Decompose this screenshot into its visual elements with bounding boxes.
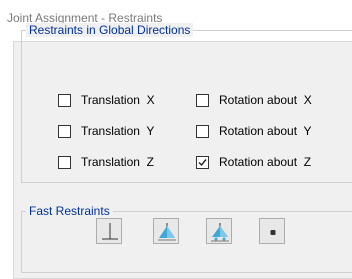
roller-support-button[interactable] [206,218,232,244]
checkmark-icon [198,158,207,166]
rotation-x-label: Rotation about X [219,93,312,107]
pinned-support-icon [158,223,176,241]
fixed-support-icon [102,223,118,240]
rotation-z-checkbox[interactable]: Rotation about Z [196,155,311,169]
translation-y-checkbox[interactable]: Translation Y [58,124,154,138]
pinned-support-button[interactable] [153,218,179,244]
rotation-x-box[interactable] [196,93,209,107]
fast-restraints-group: Fast Restraints [21,204,352,273]
translation-z-label: Translation Z [81,155,154,169]
rotation-x-checkbox[interactable]: Rotation about X [196,93,312,107]
translation-z-checkbox[interactable]: Translation Z [58,155,154,169]
roller-support-icon [211,223,229,242]
fixed-support-button[interactable] [96,218,122,244]
translation-z-box[interactable] [58,155,71,169]
translation-x-checkbox[interactable]: Translation X [58,93,155,107]
free-joint-button[interactable] [259,218,285,244]
translation-x-label: Translation X [81,93,155,107]
free-joint-icon [270,230,276,235]
rotation-z-box[interactable] [196,155,209,169]
translation-y-box[interactable] [58,124,71,138]
translation-x-box[interactable] [58,93,71,107]
translation-y-label: Translation Y [81,124,155,138]
rotation-y-checkbox[interactable]: Rotation about Y [196,124,312,138]
rotation-y-box[interactable] [196,124,209,138]
global-restraints-label: Restraints in Global Directions [26,23,194,37]
fast-restraints-label: Fast Restraints [26,204,113,218]
rotation-z-label: Rotation about Z [219,155,312,169]
rotation-y-label: Rotation about Y [219,124,312,138]
